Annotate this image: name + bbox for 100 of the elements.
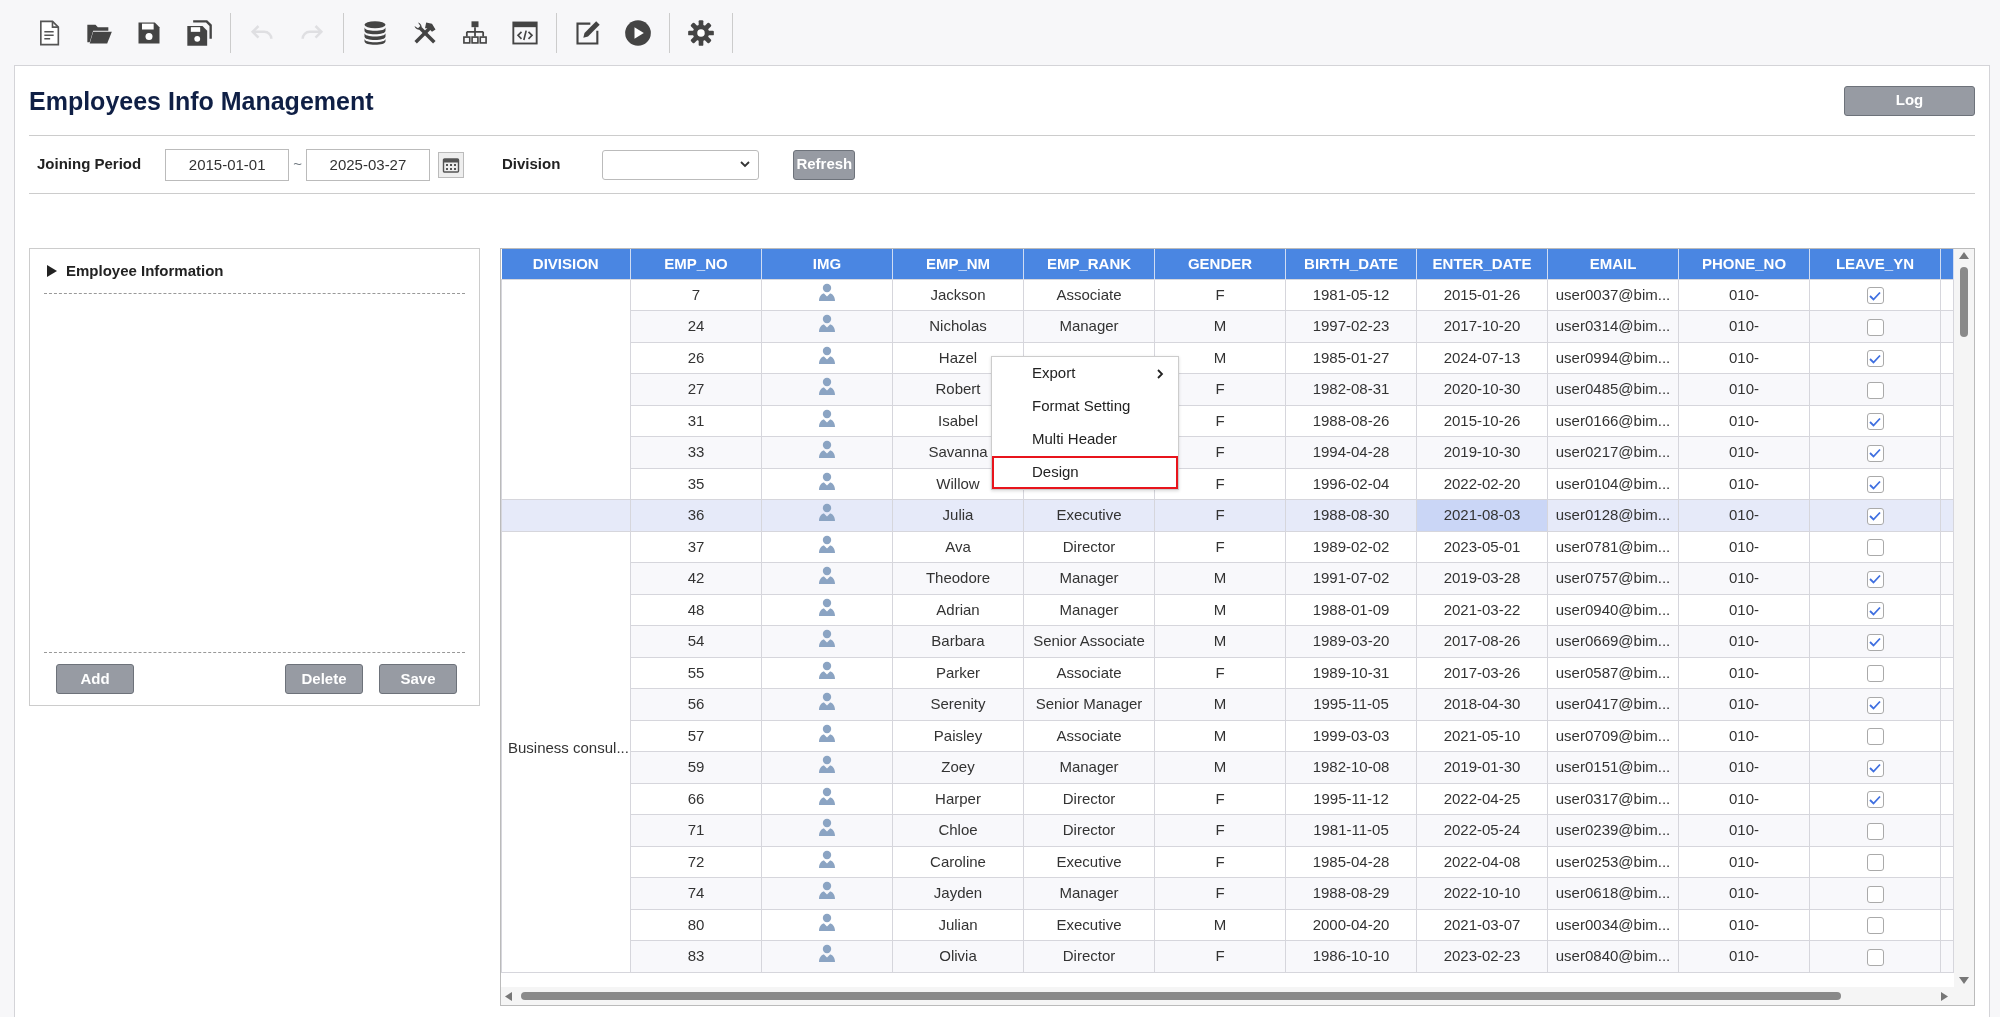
table-cell: F [1154,814,1286,846]
column-header[interactable]: IMG [761,249,893,279]
checkbox[interactable] [1866,318,1884,336]
date-field[interactable]: 2025-03-27 [305,148,430,181]
table-cell: user0128@bim... [1547,499,1679,531]
table-cell: 1981-11-05 [1285,814,1417,846]
scroll-up-icon[interactable] [1959,252,1969,259]
checkbox[interactable] [1866,413,1884,431]
table-cell: 010- [1678,373,1810,405]
checkbox[interactable] [1866,791,1884,809]
scroll-thumb[interactable] [521,992,1841,1000]
person-icon [818,881,836,899]
table-cell: user0253@bim... [1547,846,1679,878]
checkbox[interactable] [1866,444,1884,462]
table-cell: 010- [1678,562,1810,594]
table-cell: user0417@bim... [1547,688,1679,720]
checkbox[interactable] [1866,570,1884,588]
section-title: Employee Information [66,260,224,281]
table-cell: 010- [1678,846,1810,878]
person-icon [818,912,836,931]
person-icon [818,408,836,427]
table-cell: 2024-07-13 [1416,342,1548,374]
checkbox[interactable] [1866,728,1884,746]
checkbox[interactable] [1866,633,1884,651]
table-cell: 1988-08-29 [1285,877,1417,909]
checkbox[interactable] [1866,948,1884,966]
refresh-button[interactable]: Refresh [793,149,856,180]
expand-icon[interactable] [46,265,58,277]
scroll-right-icon[interactable] [1941,992,1948,1001]
page-title: Employees Info Management [29,85,374,116]
division-cell: Business consul... [501,531,631,972]
checkbox[interactable] [1866,665,1884,683]
column-header[interactable]: EMP_RANK [1023,249,1155,279]
table-cell: user0166@bim... [1547,405,1679,437]
checkbox[interactable] [1866,539,1884,557]
table-cell: M [1154,625,1286,657]
column-header[interactable]: GENDER [1154,249,1286,279]
checkbox[interactable] [1866,602,1884,620]
checkbox[interactable] [1866,696,1884,714]
person-icon [818,818,836,836]
checkbox[interactable] [1866,350,1884,368]
scroll-down-icon[interactable] [1959,977,1969,984]
table-cell: user0994@bim... [1547,342,1679,374]
column-header[interactable]: DIVISION [501,249,631,279]
table-cell: Adrian [892,594,1024,626]
table-cell: Director [1023,783,1155,815]
person-icon [818,282,836,301]
checkbox[interactable] [1866,507,1884,525]
table-cell: F [1154,279,1286,311]
scroll-left-icon[interactable] [505,992,512,1001]
table-cell: user0239@bim... [1547,814,1679,846]
menu-item[interactable]: Design [992,456,1178,489]
table-cell: user0317@bim... [1547,783,1679,815]
add-button[interactable]: Add [56,664,134,694]
table-cell: M [1154,688,1286,720]
column-header[interactable]: EMP_NO [630,249,762,279]
table-cell: 2017-10-20 [1416,310,1548,342]
table-cell: Olivia [892,940,1024,972]
table-cell: F [1154,846,1286,878]
table-cell: 27 [630,373,762,405]
table-cell: 1985-01-27 [1285,342,1417,374]
checkbox[interactable] [1866,885,1884,903]
table-cell: 010- [1678,405,1810,437]
column-header[interactable]: EMAIL [1547,249,1679,279]
horizontal-scrollbar[interactable] [501,987,1974,1005]
calendar-button[interactable] [437,151,464,178]
table-cell: 37 [630,531,762,563]
table-cell: Director [1023,940,1155,972]
scroll-thumb[interactable] [1960,267,1968,337]
table-cell: Jayden [892,877,1024,909]
table-cell: 2022-04-25 [1416,783,1548,815]
table-cell: Manager [1023,310,1155,342]
log-button[interactable]: Log [1844,85,1975,116]
column-header[interactable]: BIRTH_DATE [1285,249,1417,279]
table-cell: 59 [630,751,762,783]
column-header[interactable]: ENTER_DATE [1416,249,1548,279]
checkbox[interactable] [1866,917,1884,935]
person-icon [818,534,836,553]
checkbox[interactable] [1866,822,1884,840]
checkbox[interactable] [1866,381,1884,399]
chevron-right-icon [1157,368,1164,379]
table-cell: M [1154,909,1286,941]
table-cell: 010- [1678,531,1810,563]
table-cell: Associate [1023,279,1155,311]
table-cell: 2019-10-30 [1416,436,1548,468]
delete-button[interactable]: Delete [285,664,363,694]
table-cell: Senior Associate [1023,625,1155,657]
column-header[interactable]: LEAVE_YN [1809,249,1941,279]
column-header[interactable]: EMP_NM [892,249,1024,279]
checkbox[interactable] [1866,287,1884,305]
vertical-scrollbar[interactable] [1954,249,1974,987]
date-field[interactable]: 2015-01-01 [165,148,290,181]
checkbox[interactable] [1866,854,1884,872]
table-cell: 2015-10-26 [1416,405,1548,437]
checkbox[interactable] [1866,759,1884,777]
person-icon [818,660,836,679]
save-button[interactable]: Save [379,664,457,694]
column-header[interactable]: PHONE_NO [1678,249,1810,279]
table-cell: user0037@bim... [1547,279,1679,311]
checkbox[interactable] [1866,476,1884,494]
